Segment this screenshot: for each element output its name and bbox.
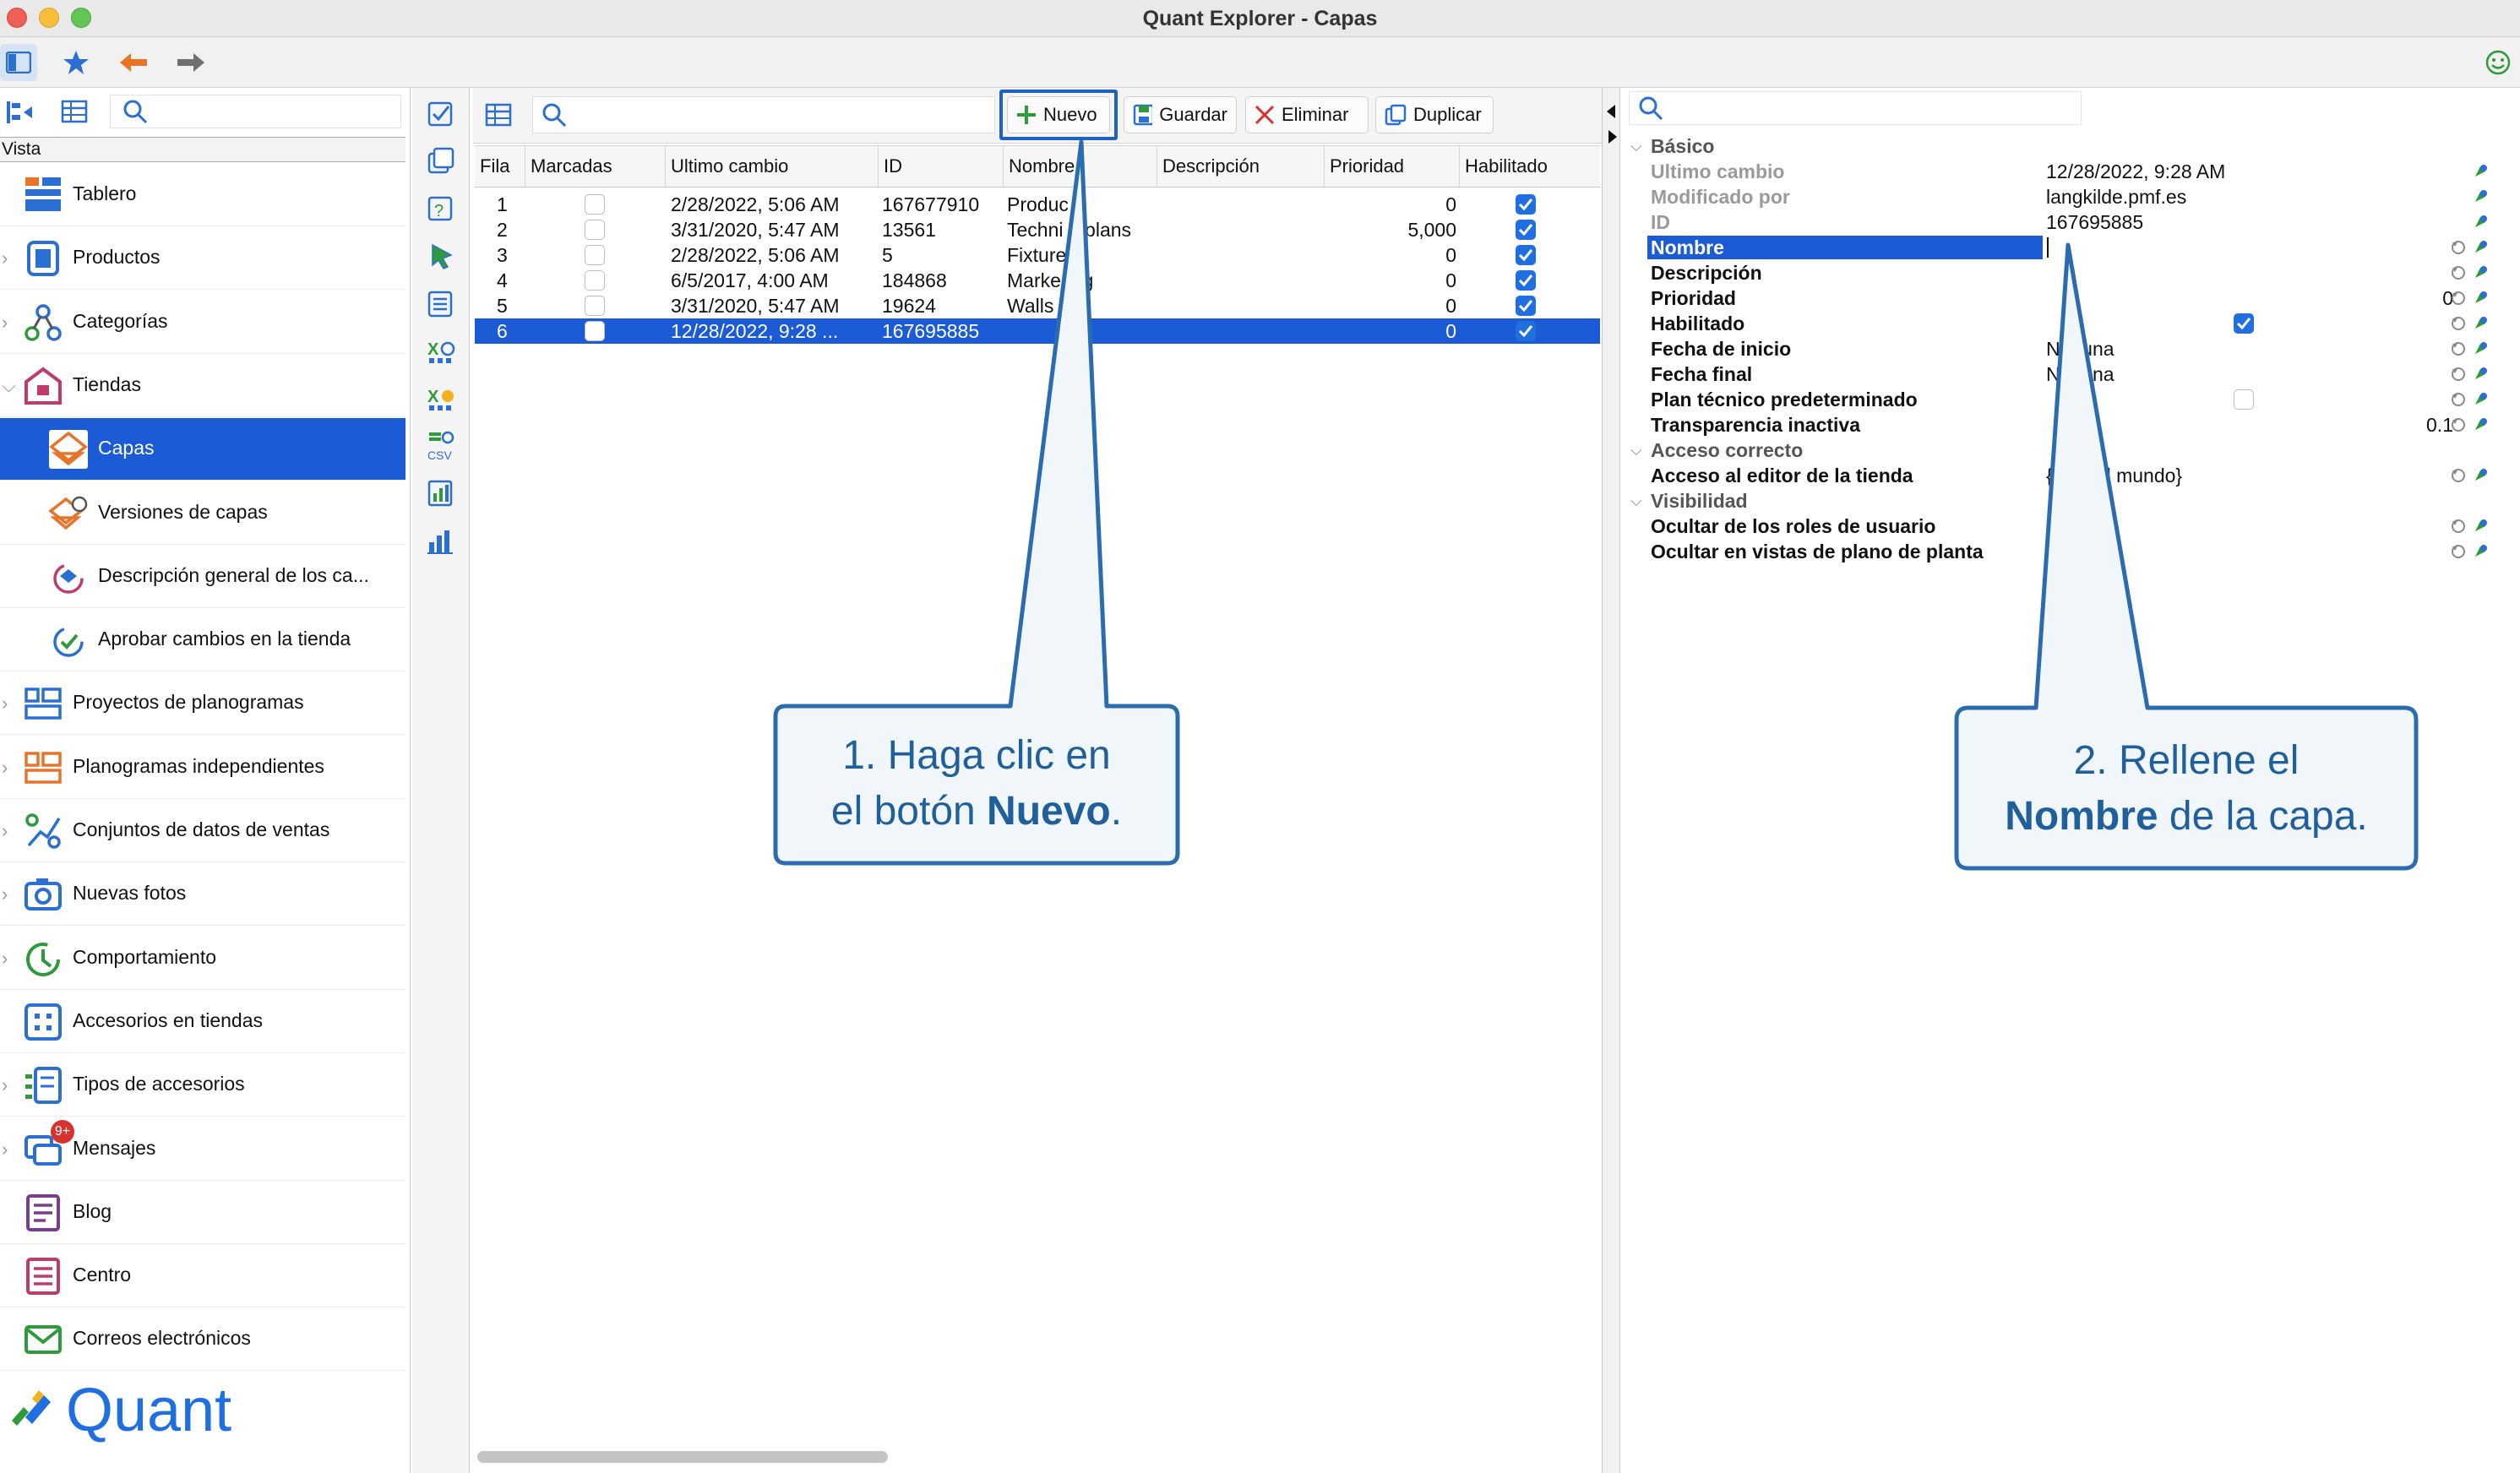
- callout-new-line1: 1. Haga clic en: [842, 733, 1111, 778]
- callout-new-line2: el botón Nuevo.: [830, 789, 1123, 834]
- callout-name-line2: Nombre de la capa.: [2005, 794, 2368, 839]
- callout-name-text: 2. Rellene el Nombre de la capa.: [1957, 733, 2416, 845]
- callout-name-line1: 2. Rellene el: [2073, 738, 2300, 783]
- callout-name-bold: Nombre: [2005, 794, 2158, 839]
- callout-new-bold: Nuevo: [987, 789, 1111, 834]
- callout-new-text: 1. Haga clic en el botón Nuevo.: [776, 728, 1178, 840]
